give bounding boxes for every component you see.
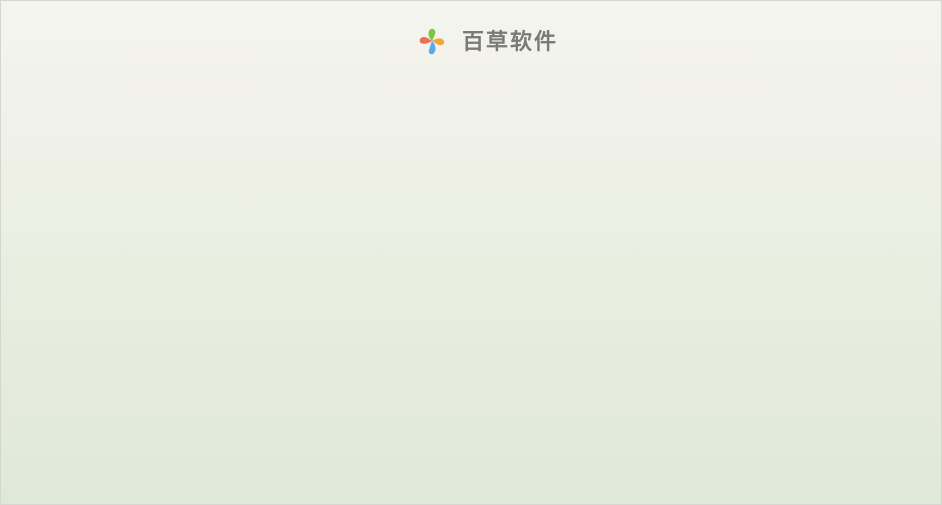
logo-petal-blue bbox=[428, 41, 436, 55]
brand-name: 百草软件 bbox=[462, 29, 559, 55]
logo-petal-green bbox=[428, 28, 436, 41]
app-window: 百草软件 bbox=[0, 0, 942, 505]
pinwheel-logo-icon bbox=[419, 28, 445, 55]
brand-header: 百草软件 bbox=[418, 26, 558, 58]
